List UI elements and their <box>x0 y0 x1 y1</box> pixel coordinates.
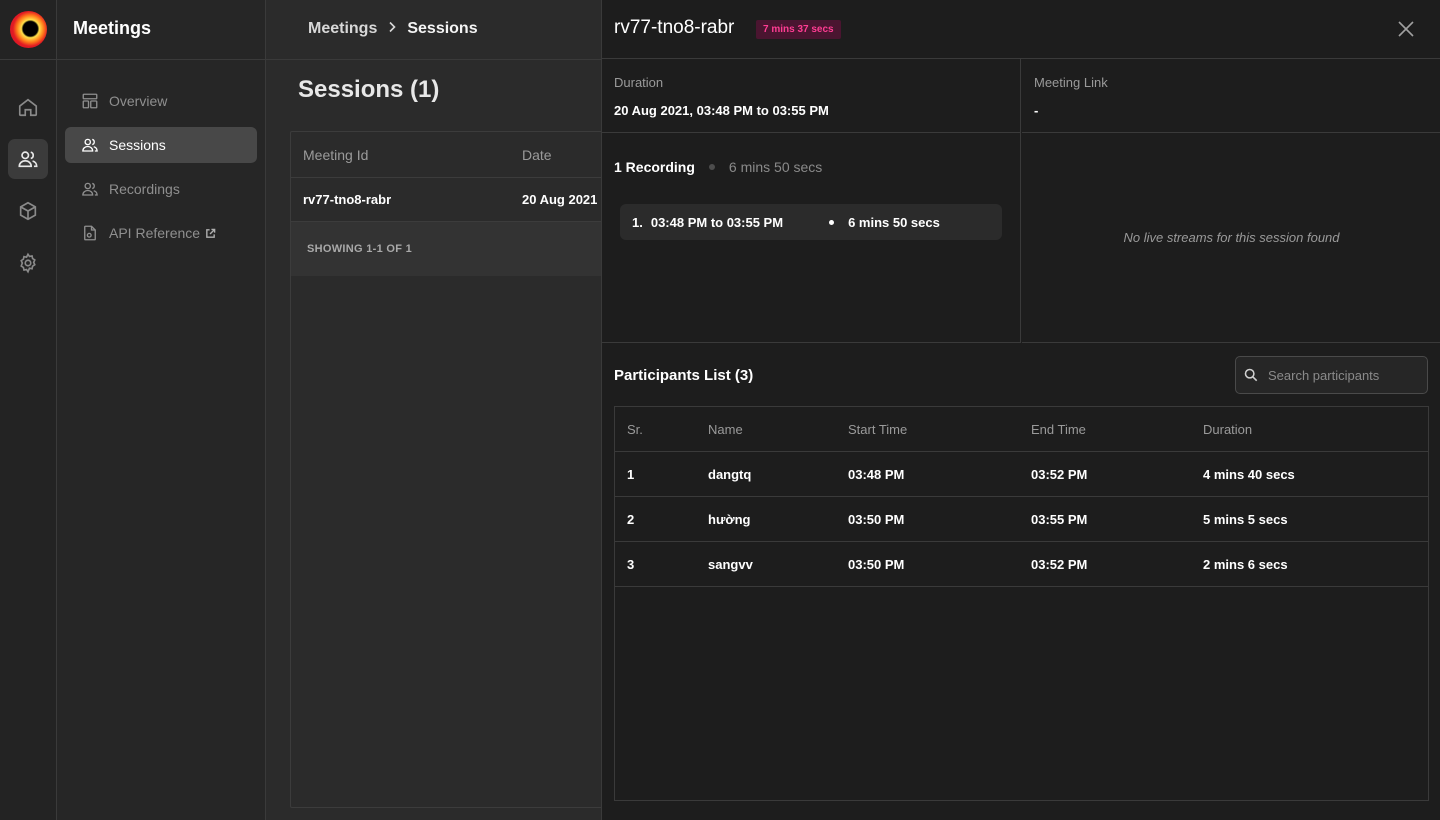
start-time-cell: 03:50 PM <box>848 511 905 527</box>
name-cell: sangvv <box>708 556 753 572</box>
drawer-title: rv77-tno8-rabr <box>614 17 735 38</box>
sr-cell: 1 <box>627 466 635 482</box>
column-header: Duration <box>1203 421 1253 437</box>
close-icon <box>1398 21 1414 37</box>
start-time-cell: 03:48 PM <box>848 466 905 482</box>
table-header: Meeting Id Date <box>291 132 609 178</box>
document-icon <box>84 225 96 241</box>
end-time-cell: 03:52 PM <box>1031 556 1088 572</box>
duration-badge: 7 mins 37 secs <box>756 20 841 39</box>
column-header: Sr. <box>627 421 643 437</box>
table-row[interactable]: 2 hường 03:50 PM 03:55 PM 5 mins 5 secs <box>615 497 1428 542</box>
users-icon <box>82 138 98 152</box>
sr-cell: 2 <box>627 511 635 527</box>
chevron-right-icon <box>387 20 397 38</box>
meeting-id-cell: rv77-tno8-rabr <box>303 192 392 207</box>
divider <box>0 59 57 60</box>
sidebar-title: Meetings <box>73 18 152 38</box>
sidebar: Meetings Overview Sessions Recordings AP… <box>57 0 266 820</box>
sidebar-item-overview[interactable]: Overview <box>65 83 257 119</box>
dot-separator <box>708 164 715 170</box>
duration-panel: Duration 20 Aug 2021, 03:48 PM to 03:55 … <box>602 59 1021 133</box>
column-header: Meeting Id <box>303 146 369 163</box>
participant-search[interactable] <box>1235 356 1428 394</box>
breadcrumb-sessions: Sessions <box>407 20 478 37</box>
sidebar-item-recordings[interactable]: Recordings <box>65 171 257 207</box>
session-drawer: rv77-tno8-rabr 7 mins 37 secs Duration 2… <box>601 0 1440 820</box>
drawer-header: rv77-tno8-rabr 7 mins 37 secs <box>602 0 1440 59</box>
sidebar-item-label: Overview <box>109 93 168 109</box>
divider <box>57 59 266 60</box>
breadcrumb: Meetings Sessions <box>308 20 478 38</box>
search-icon <box>1244 368 1258 382</box>
duration-value: 20 Aug 2021, 03:48 PM to 03:55 PM <box>614 103 829 118</box>
breadcrumb-meetings[interactable]: Meetings <box>308 20 377 38</box>
icon-rail <box>0 0 57 820</box>
search-input[interactable] <box>1268 367 1418 383</box>
recordings-header: 1 Recording 6 mins 50 secs <box>614 159 822 175</box>
participants-title: Participants List (3) <box>614 367 754 384</box>
sidebar-item-label: API Reference <box>109 225 201 241</box>
page-title: Sessions (1) <box>298 76 440 103</box>
gear-icon[interactable] <box>8 243 48 283</box>
users-icon <box>82 182 98 196</box>
box-icon[interactable] <box>8 191 48 231</box>
divider <box>266 59 606 60</box>
sr-cell: 3 <box>627 556 635 572</box>
column-header: Date <box>522 146 552 163</box>
users-icon[interactable] <box>8 139 48 179</box>
close-button[interactable] <box>1397 20 1415 38</box>
duration-cell: 2 mins 6 secs <box>1203 556 1288 572</box>
home-icon[interactable] <box>8 87 48 127</box>
table-row[interactable]: rv77-tno8-rabr 20 Aug 2021 <box>291 178 609 222</box>
pagination-summary: SHOWING 1-1 OF 1 <box>291 222 609 276</box>
duration-cell: 5 mins 5 secs <box>1203 511 1288 527</box>
recording-total-duration: 6 mins 50 secs <box>728 159 823 175</box>
sidebar-item-label: Sessions <box>109 137 166 153</box>
table-row[interactable]: 1 dangtq 03:48 PM 03:52 PM 4 mins 40 sec… <box>615 452 1428 497</box>
recording-duration: 6 mins 50 secs <box>848 214 940 230</box>
date-cell: 20 Aug 2021 <box>522 192 598 207</box>
table-header: Sr. Name Start Time End Time Duration <box>615 407 1428 452</box>
layout-icon <box>82 93 98 109</box>
recording-time-range: 03:48 PM to 03:55 PM <box>650 214 784 230</box>
meeting-link-panel: Meeting Link - <box>1022 59 1440 133</box>
live-streams-panel: No live streams for this session found <box>1022 133 1440 343</box>
sidebar-item-api-reference[interactable]: API Reference <box>65 215 257 251</box>
recordings-panel: 1 Recording 6 mins 50 secs 1. 03:48 PM t… <box>602 133 1021 343</box>
external-link-icon <box>206 228 216 238</box>
meeting-link-value: - <box>1034 103 1039 118</box>
app-logo[interactable] <box>10 11 47 48</box>
recording-item[interactable]: 1. 03:48 PM to 03:55 PM 6 mins 50 secs <box>620 204 1002 240</box>
dot-separator <box>829 219 835 225</box>
name-cell: dangtq <box>708 466 752 482</box>
sessions-table: Meeting Id Date rv77-tno8-rabr 20 Aug 20… <box>290 131 610 808</box>
table-row[interactable]: 3 sangvv 03:50 PM 03:52 PM 2 mins 6 secs <box>615 542 1428 587</box>
sidebar-item-sessions[interactable]: Sessions <box>65 127 257 163</box>
participants-table: Sr. Name Start Time End Time Duration 1 … <box>614 406 1429 801</box>
recording-index: 1. <box>632 214 643 230</box>
duration-cell: 4 mins 40 secs <box>1203 466 1295 482</box>
meeting-link-label: Meeting Link <box>1034 75 1108 90</box>
column-header: Start Time <box>848 421 908 437</box>
column-header: Name <box>708 421 743 437</box>
duration-label: Duration <box>614 75 664 90</box>
end-time-cell: 03:52 PM <box>1031 466 1088 482</box>
end-time-cell: 03:55 PM <box>1031 511 1088 527</box>
sidebar-item-label: Recordings <box>109 181 180 197</box>
name-cell: hường <box>708 511 751 527</box>
recording-count: 1 Recording <box>614 159 695 175</box>
start-time-cell: 03:50 PM <box>848 556 905 572</box>
column-header: End Time <box>1031 421 1086 437</box>
empty-state-text: No live streams for this session found <box>1123 230 1340 245</box>
